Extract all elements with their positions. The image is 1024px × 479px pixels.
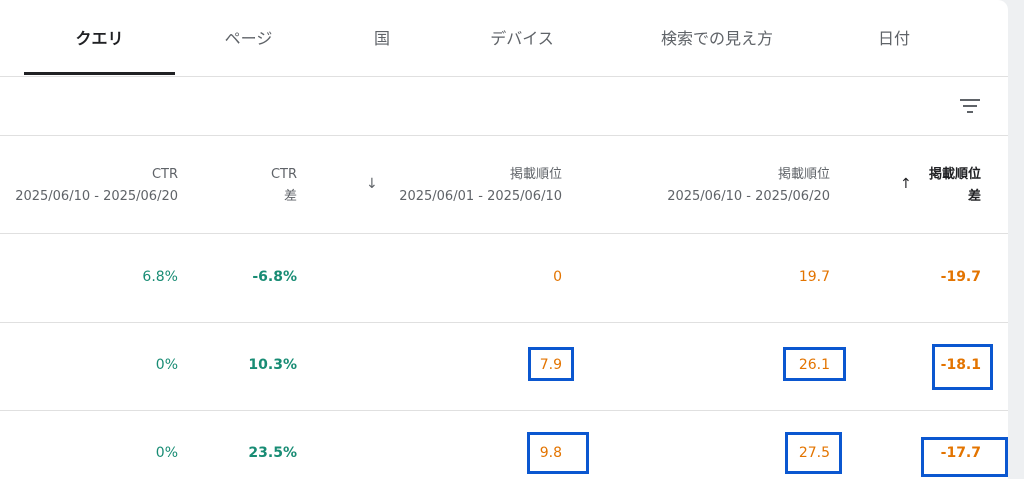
highlight-box [932, 344, 993, 390]
highlight-box [785, 432, 842, 474]
tab-search-appearance[interactable]: 検索での見え方 [602, 0, 832, 76]
highlight-box [921, 437, 1008, 477]
filter-bar [0, 77, 1008, 136]
table-row[interactable]: 6.8% -6.8% 0 19.7 -19.7 [0, 234, 1008, 323]
tab-page[interactable]: ページ [175, 0, 322, 76]
filter-list-icon[interactable] [958, 94, 982, 118]
header-position-diff[interactable]: 掲載順位 差 [915, 164, 981, 208]
ctr-current-value: 0% [155, 357, 178, 373]
sort-arrow-down-icon: ↓ [366, 176, 378, 192]
header-ctr-diff[interactable]: CTR 差 [200, 164, 297, 208]
tab-device[interactable]: デバイス [442, 0, 602, 76]
ctr-current-value: 0% [155, 445, 178, 461]
tab-query[interactable]: クエリ [24, 0, 175, 76]
position-diff-value: -19.7 [940, 269, 981, 285]
performance-table-card: クエリ ページ 国 デバイス 検索での見え方 日付 CTR 2025/06/10… [0, 0, 1008, 479]
ctr-diff-value: -6.8% [252, 269, 297, 285]
position-previous-value: 0 [553, 269, 562, 285]
ctr-current-value: 6.8% [142, 269, 178, 285]
header-position-current[interactable]: 掲載順位 2025/06/10 - 2025/06/20 [640, 164, 830, 208]
sort-arrow-up-icon: ↑ [900, 176, 912, 192]
active-tab-indicator [24, 72, 175, 75]
highlight-box [783, 347, 846, 381]
tab-country[interactable]: 国 [322, 0, 442, 76]
highlight-box [527, 432, 589, 474]
highlight-box [528, 347, 574, 381]
position-current-value: 19.7 [798, 269, 830, 285]
ctr-diff-value: 23.5% [248, 445, 297, 461]
table-header: CTR 2025/06/10 - 2025/06/20 CTR 差 ↓ 掲載順位… [0, 136, 1008, 234]
table-row[interactable]: 0% 23.5% 9.8 27.5 -17.7 [0, 410, 1008, 479]
tab-date[interactable]: 日付 [832, 0, 956, 76]
table-row[interactable]: 0% 10.3% 7.9 26.1 -18.1 [0, 322, 1008, 411]
ctr-diff-value: 10.3% [248, 357, 297, 373]
dimension-tabs: クエリ ページ 国 デバイス 検索での見え方 日付 [0, 0, 1008, 77]
header-ctr-current[interactable]: CTR 2025/06/10 - 2025/06/20 [0, 164, 178, 208]
header-position-previous[interactable]: 掲載順位 2025/06/01 - 2025/06/10 [382, 164, 562, 208]
